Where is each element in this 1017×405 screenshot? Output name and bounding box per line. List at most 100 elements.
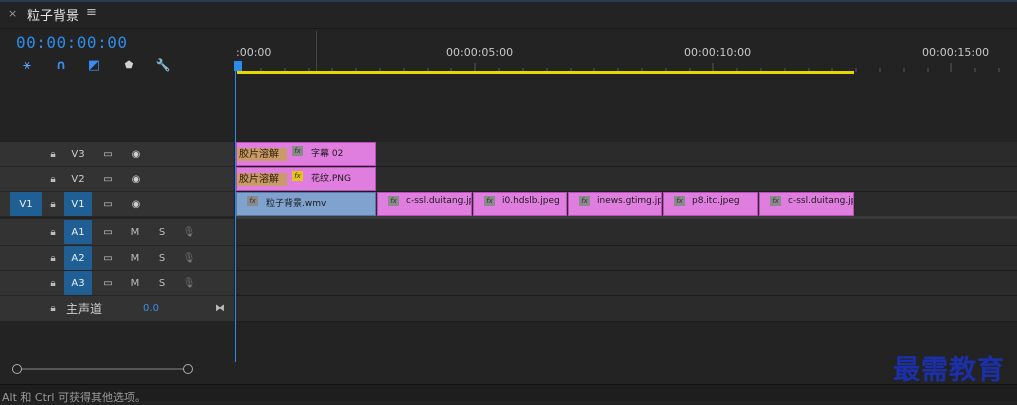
clip-pattern-png[interactable]: 胶片溶解 fx 花纹.PNG — [236, 167, 376, 191]
lock-icon[interactable]: 🔒︎ — [46, 296, 60, 321]
track-label-v2[interactable]: V2 — [66, 167, 90, 191]
sequence-tab-title[interactable]: 粒子背景 — [27, 5, 79, 24]
track-header-v2: 🔒︎ V2 ▭ ◉ — [0, 167, 234, 192]
clip-label: inews.gtimg.jpe — [597, 196, 662, 206]
clip-label: c-ssl.duitang.jpe — [406, 196, 471, 206]
clip-label: 花纹.PNG — [311, 174, 351, 184]
fx-badge: fx — [770, 196, 781, 206]
close-tab-icon[interactable]: × — [8, 7, 17, 20]
fx-badge: fx — [292, 146, 303, 156]
solo-button[interactable]: S — [155, 271, 169, 295]
track-header-v1: V1 🔒︎ V1 ▭ ◉ — [0, 192, 234, 217]
header-spacer — [0, 75, 234, 141]
eye-icon[interactable]: ◉ — [126, 167, 146, 191]
microphone-icon[interactable]: 🎙︎ — [181, 246, 197, 270]
clip-image[interactable]: fx c-ssl.duitang.jp — [759, 192, 854, 216]
microphone-icon[interactable]: 🎙︎ — [181, 271, 197, 295]
clip-label: i0.hdslb.jpeg — [502, 196, 560, 206]
sync-lock-icon[interactable]: ▭ — [98, 167, 118, 191]
clip-label: 粒子背景.wmv — [266, 199, 327, 209]
master-track-label: 主声道 — [66, 302, 103, 316]
clip-label: p8.itc.jpeg — [692, 196, 740, 206]
ruler-label: :00:00 — [236, 46, 272, 59]
track-target-a2[interactable]: A2 — [64, 246, 92, 270]
clip-image[interactable]: fx i0.hdslb.jpeg — [473, 192, 567, 216]
track-a1[interactable] — [235, 219, 1017, 246]
timeline-empty-area — [235, 75, 1017, 141]
sync-lock-icon[interactable]: ▭ — [98, 219, 118, 245]
go-to-end-icon[interactable]: ⧓ — [212, 296, 228, 321]
work-area-bar[interactable] — [237, 71, 854, 74]
track-header-v3: 🔒︎ V3 ▭ ◉ — [0, 142, 234, 167]
track-label-v3[interactable]: V3 — [66, 142, 90, 166]
fx-badge: fx — [674, 196, 685, 206]
track-target-v1[interactable]: V1 — [64, 192, 92, 216]
tab-active-line — [0, 0, 1017, 2]
clip-image[interactable]: fx p8.itc.jpeg — [663, 192, 758, 216]
track-header-a3: 🔒︎ A3 ▭ M S 🎙︎ — [0, 271, 234, 296]
add-marker-icon[interactable]: ◩ — [86, 57, 102, 73]
fx-badge: fx — [484, 196, 495, 206]
track-header-a2: 🔒︎ A2 ▭ M S 🎙︎ — [0, 246, 234, 271]
fx-badge: fx — [292, 171, 303, 181]
track-a2[interactable] — [235, 246, 1017, 271]
track-header-master: 🔒︎ 主声道 0.0 ⧓ — [0, 296, 234, 322]
lock-icon[interactable]: 🔒︎ — [46, 142, 60, 166]
eye-icon[interactable]: ◉ — [126, 192, 146, 216]
playhead-line[interactable] — [235, 71, 236, 362]
mute-button[interactable]: M — [128, 246, 142, 270]
mute-button[interactable]: M — [128, 271, 142, 295]
film-dissolve-transition[interactable]: 胶片溶解 — [237, 173, 287, 186]
film-dissolve-transition[interactable]: 胶片溶解 — [237, 148, 287, 161]
clip-image[interactable]: fx c-ssl.duitang.jpe — [377, 192, 472, 216]
lock-icon[interactable]: 🔒︎ — [46, 219, 60, 245]
solo-button[interactable]: S — [155, 219, 169, 245]
zoom-scrollbar[interactable] — [14, 368, 188, 370]
fx-badge: fx — [579, 196, 590, 206]
zoom-scroll-handle-right[interactable] — [183, 364, 193, 374]
sync-lock-icon[interactable]: ▭ — [98, 142, 118, 166]
fx-badge: fx — [388, 196, 399, 206]
clip-title-02[interactable]: 胶片溶解 fx 字幕 02 — [236, 142, 376, 166]
track-target-a1[interactable]: A1 — [64, 220, 92, 244]
clip-image[interactable]: fx inews.gtimg.jpe — [568, 192, 662, 216]
status-hint-text: Alt 和 Ctrl 可获得其他选项。 — [2, 391, 146, 404]
solo-button[interactable]: S — [155, 246, 169, 270]
header-bottom-space — [0, 321, 234, 362]
watermark-text: 最需教育 — [893, 355, 1005, 386]
track-a3[interactable] — [235, 271, 1017, 296]
playhead-handle[interactable] — [234, 61, 242, 71]
clip-label: 字幕 02 — [311, 149, 344, 159]
track-header-a1: 🔒︎ A1 ▭ M S 🎙︎ — [0, 219, 234, 246]
panel-tab-bar — [0, 0, 1017, 29]
track-target-a3[interactable]: A3 — [64, 271, 92, 295]
sync-lock-icon[interactable]: ▭ — [98, 192, 118, 216]
lock-icon[interactable]: 🔒︎ — [46, 271, 60, 295]
ruler-label: 00:00:15:00 — [922, 46, 990, 59]
fx-badge: fx — [247, 196, 258, 206]
playhead-timecode[interactable]: 00:00:00:00 — [16, 33, 127, 52]
track-master[interactable] — [235, 296, 1017, 322]
eye-icon[interactable]: ◉ — [126, 142, 146, 166]
sync-lock-icon[interactable]: ▭ — [98, 271, 118, 295]
lock-icon[interactable]: 🔒︎ — [46, 246, 60, 270]
wrench-icon[interactable]: 🔧 — [155, 57, 171, 73]
microphone-icon[interactable]: 🎙︎ — [181, 219, 197, 245]
ruler-label: 00:00:10:00 — [684, 46, 752, 59]
source-patch-v1[interactable]: V1 — [10, 192, 42, 216]
linked-selection-icon[interactable]: ∩ — [53, 57, 69, 73]
ruler-label: 00:00:05:00 — [446, 46, 514, 59]
master-volume-value[interactable]: 0.0 — [140, 296, 162, 321]
marker-icon[interactable]: ⬟ — [121, 57, 137, 73]
lock-icon[interactable]: 🔒︎ — [46, 167, 60, 191]
zoom-scroll-handle-left[interactable] — [12, 364, 22, 374]
snap-icon[interactable]: ⚹ — [19, 57, 35, 73]
bottom-scroll-area — [0, 362, 1017, 384]
clip-particle-bg-wmv[interactable]: fx 粒子背景.wmv — [236, 192, 376, 216]
clip-label: c-ssl.duitang.jp — [788, 196, 854, 206]
lock-icon[interactable]: 🔒︎ — [46, 192, 60, 216]
mute-button[interactable]: M — [128, 219, 142, 245]
panel-menu-icon[interactable]: ≡ — [86, 5, 97, 20]
sync-lock-icon[interactable]: ▭ — [98, 246, 118, 270]
status-bar — [0, 384, 1017, 401]
